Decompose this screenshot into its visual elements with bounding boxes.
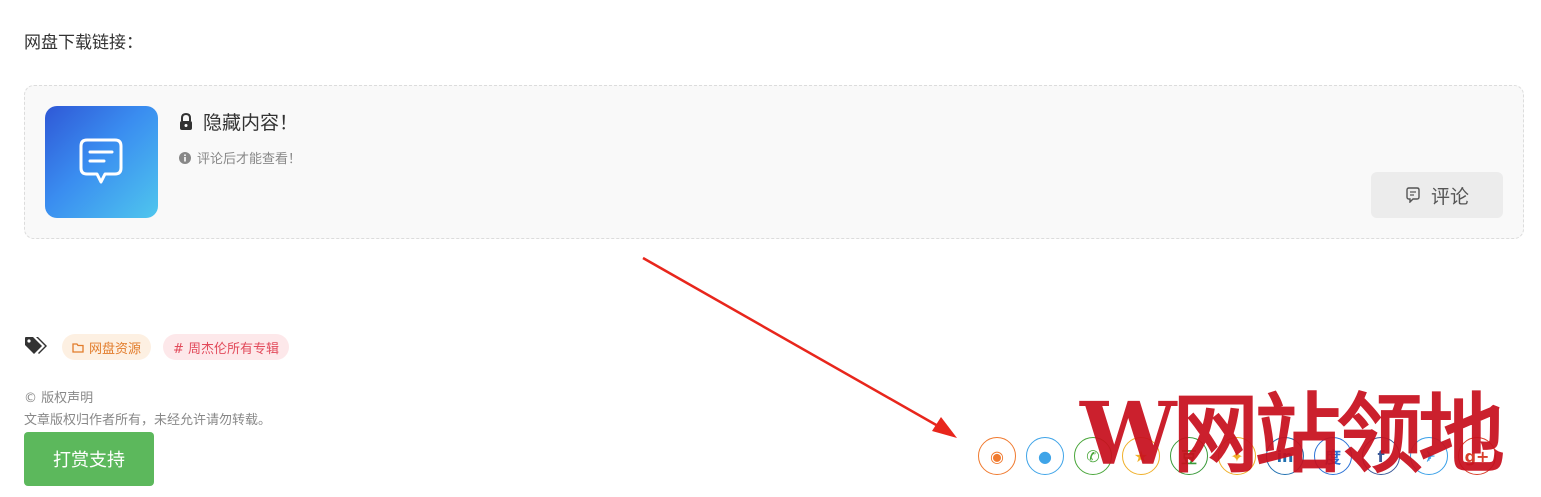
- annotation-arrow: [642, 256, 957, 438]
